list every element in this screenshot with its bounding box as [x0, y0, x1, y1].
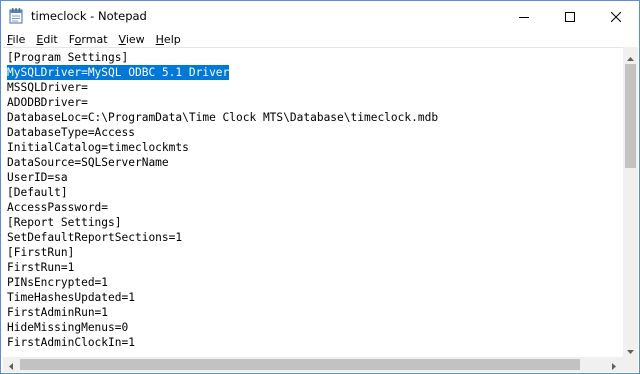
text-line: [Default] [7, 186, 68, 199]
text-line: ADODBDriver= [7, 96, 88, 109]
text-line: TimeHashesUpdated=1 [7, 291, 135, 304]
text-line: [FirstRun] [7, 246, 75, 259]
close-icon [610, 7, 622, 26]
text-line: MSSQLDriver= [7, 81, 88, 94]
text-line: [Program Settings] [7, 51, 129, 64]
menu-view-label: iew [125, 32, 145, 46]
horizontal-scroll-thumb[interactable] [20, 359, 580, 370]
text-line: [Report Settings] [7, 216, 122, 229]
maximize-button[interactable] [547, 1, 593, 31]
menu-help-accel: H [155, 32, 164, 46]
text-line: AccessPassword= [7, 201, 109, 214]
scroll-down-button[interactable] [623, 340, 638, 357]
menu-format-label: rmat [81, 32, 108, 46]
scroll-left-arrow-icon [8, 355, 13, 373]
menu-file[interactable]: File [1, 33, 30, 46]
text-line: HideMissingMenus=0 [7, 321, 129, 334]
close-button[interactable] [593, 1, 639, 31]
minimize-icon [519, 7, 529, 26]
menu-file-label: ile [12, 32, 26, 46]
text-line: UserID=sa [7, 171, 68, 184]
scroll-left-button[interactable] [3, 356, 18, 373]
text-line: PINsEncrypted=1 [7, 276, 109, 289]
text-line: FirstAdminRun=1 [7, 306, 109, 319]
text-line: DatabaseLoc=C:\ProgramData\Time Clock MT… [7, 111, 439, 124]
menu-help-label: elp [163, 32, 181, 46]
text-editor-area[interactable]: [Program Settings] MySQLDriver=MySQL ODBC… [3, 47, 623, 358]
notepad-icon [9, 8, 23, 24]
menu-bar: File Edit Format View Help [1, 31, 639, 47]
title-bar[interactable]: timeclock - Notepad [1, 1, 639, 31]
menu-view[interactable]: View [113, 33, 150, 46]
scroll-up-button[interactable] [623, 47, 638, 64]
menu-edit[interactable]: Edit [30, 33, 62, 46]
vertical-scrollbar[interactable] [623, 47, 638, 357]
scroll-up-arrow-icon [627, 46, 634, 65]
window-title: timeclock - Notepad [31, 9, 147, 23]
text-line: DatabaseType=Access [7, 126, 135, 139]
scrollbar-corner [623, 357, 638, 372]
horizontal-scrollbar[interactable] [3, 357, 623, 372]
menu-help[interactable]: Help [150, 33, 186, 46]
text-line: FirstAdminClockIn=1 [7, 336, 135, 349]
vertical-scroll-thumb[interactable] [625, 64, 636, 168]
text-line: FirstRun=1 [7, 261, 75, 274]
scroll-right-button[interactable] [606, 356, 621, 373]
scroll-right-arrow-icon [611, 355, 616, 373]
text-line: InitialCatalog=timeclockmts [7, 141, 189, 154]
minimize-button[interactable] [501, 1, 547, 31]
scroll-down-arrow-icon [627, 339, 634, 358]
maximize-icon [565, 7, 575, 26]
menu-format[interactable]: Format [63, 33, 113, 46]
selected-text-line: MySQLDriver=MySQL ODBC 5.1 Driver [7, 65, 230, 80]
notepad-window: timeclock - Notepad File Edit Format Vie… [0, 0, 640, 374]
text-line: SetDefaultReportSections=1 [7, 231, 183, 244]
text-line: DataSource=SQLServerName [7, 156, 169, 169]
menu-view-accel: V [118, 32, 126, 46]
menu-edit-label: dit [43, 32, 58, 46]
